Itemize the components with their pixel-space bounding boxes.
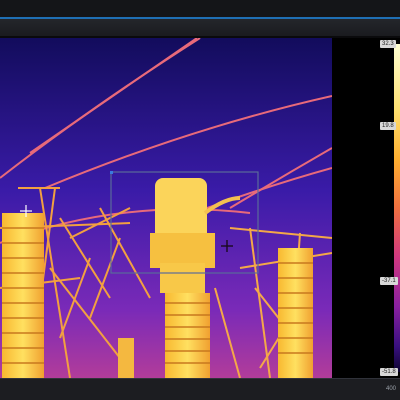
status-bar-divider [0,378,400,379]
top-toolbar [0,0,400,36]
status-bar: 400 [0,378,400,400]
thermal-image [0,38,332,378]
thermal-image-viewport[interactable] [0,38,332,378]
toolbar-strip [0,19,400,36]
insulator-small [118,338,134,378]
roi-handle[interactable] [110,171,113,174]
insulator-right [278,248,313,378]
insulator-left [2,213,44,378]
scale-upper-label[interactable]: 19.8 [380,122,396,130]
temperature-color-bar[interactable] [394,44,400,372]
temperature-scale-panel [332,38,400,378]
scale-lower-label[interactable]: -37.1 [380,277,398,285]
scale-min-label[interactable]: -51.8 [380,368,398,376]
scale-max-label[interactable]: 32.3 [380,40,396,48]
status-bar-text: 400 [385,386,396,392]
